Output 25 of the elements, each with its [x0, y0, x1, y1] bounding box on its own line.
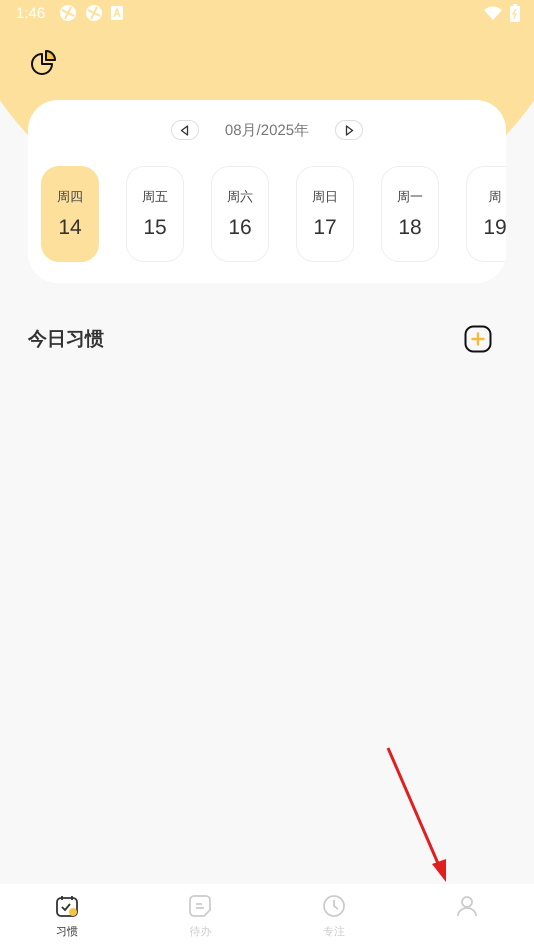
- previous-month-button[interactable]: [170, 120, 199, 140]
- wifi-icon: [484, 6, 502, 20]
- next-month-button[interactable]: [335, 120, 364, 140]
- clock-icon: [322, 894, 346, 918]
- month-label: 08月/2025年: [224, 120, 310, 140]
- left-triangle-icon: [180, 124, 190, 136]
- day-chip[interactable]: 周日 17: [296, 166, 354, 262]
- status-time: 1:46: [16, 4, 46, 22]
- keyboard-notification-icon: [111, 6, 124, 20]
- battery-icon: [510, 4, 520, 22]
- app-notification-icon: [59, 4, 78, 22]
- tab[interactable]: 习惯: [0, 884, 134, 950]
- right-triangle-icon: [344, 124, 354, 136]
- app-notification-icon: [85, 4, 104, 22]
- day-chip[interactable]: 周一 18: [381, 166, 439, 262]
- day-chip[interactable]: 周 19: [466, 166, 506, 262]
- pie-chart-icon[interactable]: [31, 50, 57, 76]
- add-icon[interactable]: [464, 325, 492, 353]
- day-chip[interactable]: 周五 15: [126, 166, 184, 262]
- person-icon: [455, 894, 480, 918]
- note-icon: [188, 894, 212, 918]
- day-chip[interactable]: 周四 14: [41, 166, 99, 262]
- day-chip[interactable]: 周六 16: [211, 166, 269, 262]
- calendar-check-icon: [54, 894, 79, 918]
- section-title: 今日习惯: [28, 327, 104, 352]
